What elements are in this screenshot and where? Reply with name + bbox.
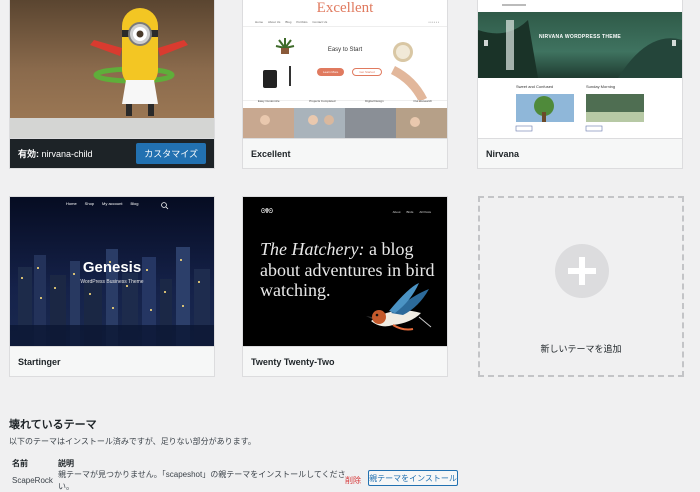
delete-link[interactable]: 削除 xyxy=(345,475,361,486)
preview-button: Get Started xyxy=(352,68,382,76)
install-parent-theme-button[interactable]: 親テーマをインストール xyxy=(368,470,458,486)
theme-name: Startinger xyxy=(10,346,214,376)
preview-photo-strip xyxy=(243,108,447,138)
nav-item: Shop xyxy=(84,201,95,206)
preview-post-title: Sunday Morning xyxy=(586,84,616,89)
broken-theme-description-cont: い。 xyxy=(58,482,74,491)
nav-item: My account xyxy=(102,201,123,206)
nav-item: Blog xyxy=(130,201,139,206)
preview-nav: Home Shop My account Blog xyxy=(66,201,138,206)
column-header-name: 名前 xyxy=(12,459,28,468)
customize-button[interactable]: カスタマイズ xyxy=(136,143,206,164)
nirvana-preview-art xyxy=(478,0,682,139)
preview-headline: Genesis xyxy=(82,259,142,276)
preview-tagline: Easy to Start xyxy=(327,47,363,53)
feature-label: Projects Completed xyxy=(309,99,336,103)
minion-toy-photo xyxy=(10,0,214,139)
broken-theme-name: ScapeRock xyxy=(12,476,53,485)
nav-item: Home xyxy=(66,201,77,206)
active-theme-label: 有効: nirvana-child xyxy=(18,147,93,160)
broken-themes-title: 壊れているテーマ xyxy=(9,419,97,431)
theme-screenshot: NIRVANA WORDPRESS THEME Sweet and Confus… xyxy=(478,0,682,139)
theme-card-excellent[interactable]: Excellent Home About Us Blog Portfolio C… xyxy=(242,0,448,169)
preview-button: Learn More xyxy=(317,68,345,76)
theme-screenshot: Excellent Home About Us Blog Portfolio C… xyxy=(243,0,447,139)
active-theme-bar: 有効: nirvana-child カスタマイズ xyxy=(10,138,214,168)
preview-banner: NIRVANA WORDPRESS THEME xyxy=(538,34,622,40)
preview-subline: WordPress Business Theme xyxy=(80,279,144,285)
preview-features-row: Easy Customize Projects Completed Digita… xyxy=(243,99,447,103)
theme-screenshot: Home Shop My account Blog Genesis WordPr… xyxy=(10,197,214,351)
theme-screenshot xyxy=(10,0,214,139)
theme-screenshot: ᘛᘚ About Birds All Posts The Hatchery: a… xyxy=(243,197,447,351)
plus-icon xyxy=(555,244,609,298)
broken-theme-description: 親テーマが見つかりません。「scapeshot」の親テーマをインストールしてくだ… xyxy=(58,470,346,479)
theme-card-nirvana[interactable]: NIRVANA WORDPRESS THEME Sweet and Confus… xyxy=(477,0,683,169)
add-new-theme-card[interactable]: 新しいテーマを追加 xyxy=(478,196,684,377)
add-new-theme-label: 新しいテーマを追加 xyxy=(540,344,622,354)
theme-name: Twenty Twenty-Two xyxy=(243,346,447,376)
preview-cta-row: Learn More Get Started xyxy=(317,68,382,76)
feature-label: Our Research xyxy=(413,99,433,103)
bird-illustration xyxy=(366,283,432,331)
theme-name: Nirvana xyxy=(478,138,682,168)
theme-card-nirvana-child[interactable]: 有効: nirvana-child カスタマイズ xyxy=(9,0,215,169)
feature-label: Digital Design xyxy=(365,99,384,103)
preview-post-title: Sweet and Confused xyxy=(516,84,554,89)
theme-name: Excellent xyxy=(243,138,447,168)
broken-themes-description: 以下のテーマはインストール済みですが、足りない部分があります。 xyxy=(9,437,256,446)
feature-label: Easy Customize xyxy=(257,99,280,103)
active-theme-name: nirvana-child xyxy=(41,149,93,159)
column-header-description: 説明 xyxy=(58,459,74,468)
theme-card-twentytwentytwo[interactable]: ᘛᘚ About Birds All Posts The Hatchery: a… xyxy=(242,196,448,377)
theme-card-startinger[interactable]: Home Shop My account Blog Genesis WordPr… xyxy=(9,196,215,377)
active-prefix: 有効: xyxy=(18,149,39,159)
